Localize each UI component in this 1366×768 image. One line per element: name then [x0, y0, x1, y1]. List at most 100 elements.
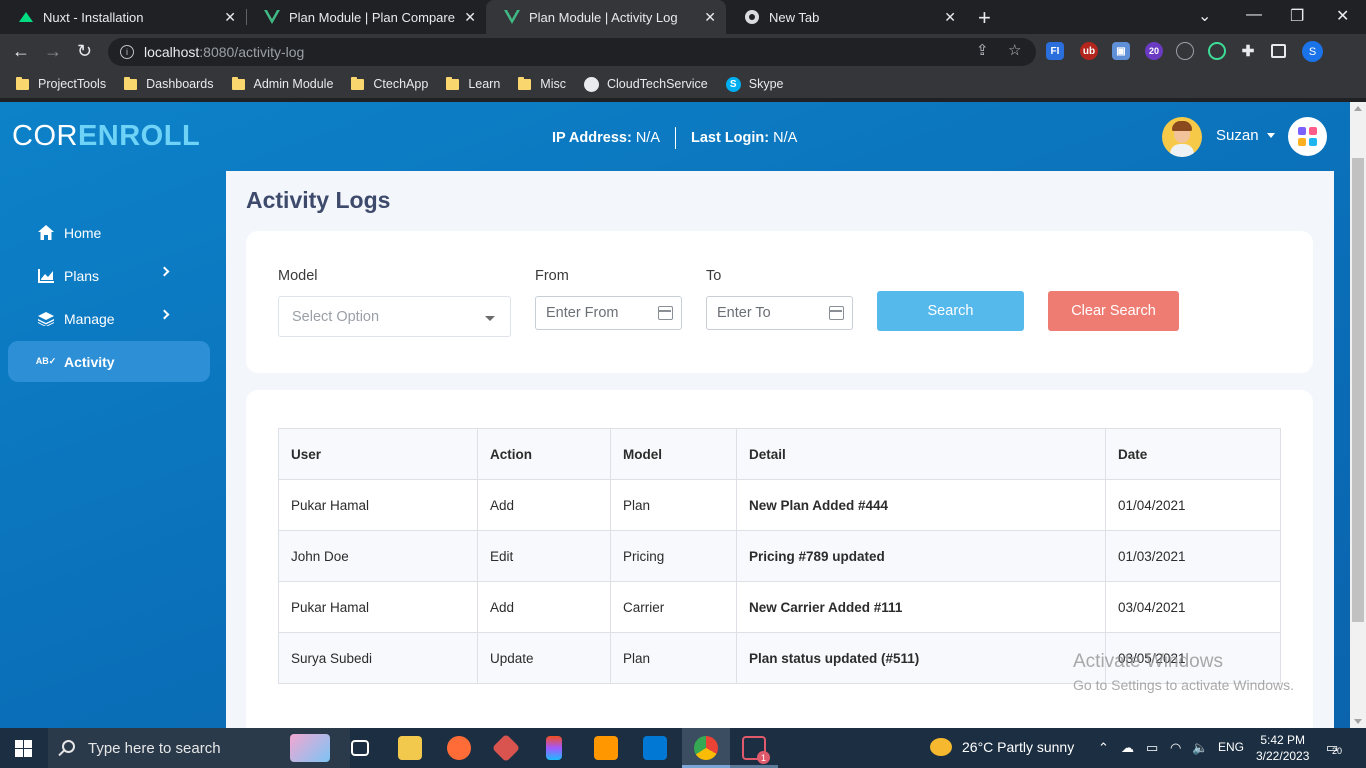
- calendar-icon[interactable]: [829, 306, 844, 320]
- column-header-user[interactable]: User: [278, 428, 478, 480]
- extension-fi-icon[interactable]: FI: [1046, 42, 1064, 60]
- extension-badge-icon[interactable]: 20: [1145, 42, 1163, 60]
- tray-expand-icon[interactable]: ⌃: [1098, 740, 1109, 756]
- column-header-model[interactable]: Model: [610, 428, 737, 480]
- page-title: Activity Logs: [246, 187, 391, 213]
- clear-search-button[interactable]: Clear Search: [1048, 291, 1179, 331]
- back-icon[interactable]: ←: [12, 41, 30, 62]
- sidebar-item-label: Activity: [64, 353, 115, 370]
- sublime-text-icon[interactable]: [594, 736, 618, 760]
- user-avatar[interactable]: [1162, 117, 1202, 157]
- vscode-icon[interactable]: [643, 736, 667, 760]
- activity-icon: AB✓: [35, 356, 57, 366]
- to-date-input[interactable]: Enter To: [706, 296, 853, 330]
- postman-icon[interactable]: [447, 736, 471, 760]
- task-view-icon[interactable]: [351, 740, 369, 756]
- share-icon[interactable]: ⇪: [976, 41, 989, 59]
- close-icon[interactable]: ✕: [464, 9, 476, 26]
- wifi-icon[interactable]: ◠: [1170, 740, 1181, 756]
- chevron-right-icon: [159, 309, 170, 320]
- bookmark-label: CtechApp: [373, 77, 429, 91]
- bookmark-star-icon[interactable]: ☆: [1008, 41, 1021, 59]
- chrome-taskbar-icon[interactable]: [694, 736, 718, 760]
- bookmark-projecttools[interactable]: ProjectTools: [16, 76, 106, 91]
- scroll-down-icon[interactable]: [1354, 719, 1362, 724]
- model-select[interactable]: Select Option: [278, 296, 511, 337]
- browser-tab-plan-compare[interactable]: Plan Module | Plan Compare ✕: [246, 0, 486, 34]
- close-window-icon[interactable]: ✕: [1336, 6, 1349, 26]
- table-row[interactable]: John Doe Edit Pricing Pricing #789 updat…: [278, 530, 1281, 582]
- search-button[interactable]: Search: [877, 291, 1024, 331]
- url-path: :8080/activity-log: [199, 44, 305, 60]
- sidebar-item-activity[interactable]: AB✓ Activity: [8, 341, 210, 382]
- bookmark-dashboards[interactable]: Dashboards: [124, 76, 214, 91]
- scroll-up-icon[interactable]: [1354, 106, 1362, 111]
- extension-screen-icon[interactable]: ▣: [1112, 42, 1130, 60]
- address-bar[interactable]: i localhost :8080/activity-log: [108, 38, 1036, 66]
- close-icon[interactable]: ✕: [944, 9, 956, 26]
- git-icon[interactable]: [491, 733, 521, 763]
- browser-tab-nuxt[interactable]: Nuxt - Installation ✕: [0, 0, 246, 34]
- close-icon[interactable]: ✕: [224, 9, 236, 26]
- close-icon[interactable]: ✕: [704, 9, 716, 26]
- scrollbar-thumb[interactable]: [1352, 158, 1364, 622]
- partly-sunny-icon: [930, 738, 952, 756]
- from-date-input[interactable]: Enter From: [535, 296, 682, 330]
- extension-compass-icon[interactable]: [1176, 42, 1194, 60]
- weather-widget[interactable]: 26°C Partly sunny: [930, 738, 1074, 756]
- language-indicator[interactable]: ENG: [1218, 740, 1244, 754]
- forward-icon[interactable]: →: [44, 41, 62, 62]
- file-explorer-icon[interactable]: [398, 736, 422, 760]
- main-content: Activity Logs Model Select Option From E…: [226, 171, 1334, 728]
- search-highlight-icon[interactable]: [290, 734, 330, 762]
- side-panel-icon[interactable]: [1271, 44, 1286, 58]
- bookmark-admin-module[interactable]: Admin Module: [231, 76, 333, 91]
- bookmark-cloudtechservice[interactable]: CloudTechService: [584, 76, 708, 92]
- minimize-icon[interactable]: —: [1246, 6, 1262, 24]
- extensions-puzzle-icon[interactable]: ✚: [1239, 42, 1257, 60]
- bookmark-misc[interactable]: Misc: [518, 76, 566, 91]
- browser-tab-activity-log[interactable]: Plan Module | Activity Log ✕: [486, 0, 726, 34]
- table-row[interactable]: Pukar Hamal Add Plan New Plan Added #444…: [278, 479, 1281, 531]
- figma-icon[interactable]: [546, 736, 562, 760]
- battery-icon[interactable]: ▭: [1146, 740, 1158, 756]
- windows-start-icon[interactable]: [15, 740, 32, 757]
- profile-avatar[interactable]: S: [1302, 41, 1323, 62]
- column-header-date[interactable]: Date: [1105, 428, 1281, 480]
- bookmark-ctechapp[interactable]: CtechApp: [351, 76, 429, 91]
- apps-grid-button[interactable]: [1288, 117, 1327, 156]
- notification-center[interactable]: ▭ 20: [1326, 740, 1342, 756]
- column-header-action[interactable]: Action: [477, 428, 611, 480]
- tab-search-icon[interactable]: ⌄: [1198, 6, 1211, 26]
- bookmark-learn[interactable]: Learn: [446, 76, 500, 91]
- last-login-label: Last Login:: [690, 130, 770, 146]
- app-notification-icon[interactable]: 1: [742, 736, 770, 764]
- onedrive-icon[interactable]: ☁: [1121, 740, 1134, 756]
- windows-taskbar: Type here to search 1 26°C Partly sunny …: [0, 728, 1366, 768]
- column-header-detail[interactable]: Detail: [736, 428, 1106, 480]
- page-scrollbar[interactable]: [1350, 102, 1366, 728]
- browser-tab-new-tab[interactable]: New Tab ✕: [726, 0, 966, 34]
- app-logo[interactable]: CORENROLL: [12, 120, 200, 153]
- taskbar-clock[interactable]: 5:42 PM 3/22/2023: [1256, 732, 1309, 764]
- apps-grid-icon: [1298, 138, 1306, 146]
- reload-icon[interactable]: ↻: [77, 41, 92, 62]
- sidebar-item-home[interactable]: Home: [8, 212, 210, 253]
- sidebar-item-manage[interactable]: Manage: [8, 298, 210, 339]
- table-row[interactable]: Pukar Hamal Add Carrier New Carrier Adde…: [278, 581, 1281, 633]
- restore-icon[interactable]: ❐: [1290, 6, 1304, 26]
- site-info-icon[interactable]: i: [120, 45, 134, 59]
- calendar-icon[interactable]: [658, 306, 673, 320]
- user-menu[interactable]: Suzan: [1216, 127, 1275, 144]
- new-tab-button[interactable]: +: [978, 5, 991, 31]
- bookmark-skype[interactable]: S Skype: [725, 76, 784, 92]
- extension-circle-icon[interactable]: [1208, 42, 1226, 60]
- browser-tabstrip: Nuxt - Installation ✕ Plan Module | Plan…: [0, 0, 1366, 34]
- sidebar-item-plans[interactable]: Plans: [8, 255, 210, 296]
- cell-date: 01/03/2021: [1105, 530, 1281, 582]
- profile-initial: S: [1308, 45, 1317, 58]
- filter-panel: Model Select Option From Enter From To E…: [246, 231, 1313, 373]
- taskbar-search-input[interactable]: Type here to search: [48, 728, 350, 768]
- extension-ublock-icon[interactable]: ub: [1080, 42, 1098, 60]
- volume-icon[interactable]: 🔈: [1192, 740, 1208, 756]
